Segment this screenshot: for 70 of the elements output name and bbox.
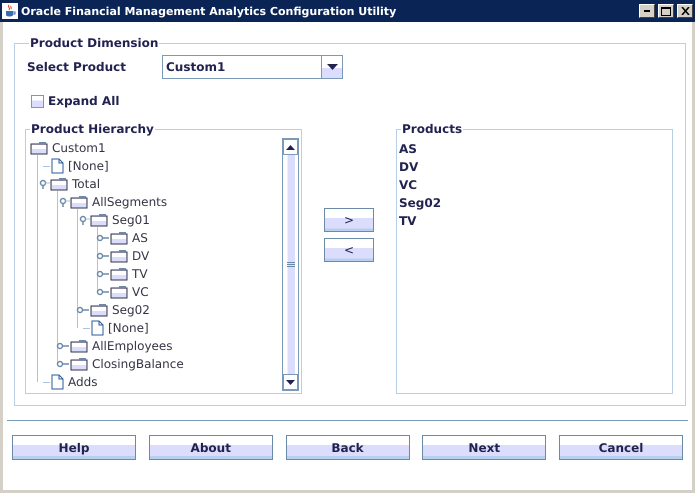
collapsed-handle-icon[interactable] [96,269,110,279]
folder-icon [110,267,128,281]
folder-icon [90,213,108,227]
maximize-button[interactable] [658,4,674,18]
tree-node[interactable]: VC [132,285,149,299]
collapsed-handle-icon[interactable] [56,341,70,351]
tree-node[interactable]: Total [72,177,100,191]
tree-node[interactable]: Seg01 [112,213,150,227]
collapsed-handle-icon[interactable] [76,305,90,315]
field-label: Select Product [27,60,127,74]
file-icon [50,374,64,390]
close-button[interactable] [677,4,693,18]
folder-icon [30,141,48,155]
close-icon [680,7,690,15]
file-icon [90,320,104,336]
minimize-button[interactable] [639,4,655,18]
group-title: Product Dimension [29,36,160,50]
footer-button[interactable]: Cancel [559,435,683,460]
cup-icon [2,3,18,19]
collapsed-handle-icon[interactable] [96,287,110,297]
window-title: Oracle Financial Management Analytics Configuration Utility [21,4,398,18]
folder-icon [70,339,88,353]
folder-icon [110,231,128,245]
move-button[interactable]: > [324,208,374,232]
down-arrow-icon [286,380,295,384]
list-item[interactable]: TV [399,212,670,230]
list-item[interactable]: VC [399,176,670,194]
panel-title: Products [401,122,464,136]
checkbox[interactable] [31,94,44,108]
folder-icon [110,285,128,299]
list-item[interactable]: DV [399,158,670,176]
collapsed-handle-icon[interactable] [96,251,110,261]
folder-icon [70,357,88,371]
footer-button[interactable]: Back [286,435,410,460]
collapsed-handle-icon[interactable] [96,233,110,243]
move-button[interactable]: < [324,238,374,262]
folder-icon [110,249,128,263]
grip-icon [286,262,294,267]
tree-node[interactable]: Seg02 [112,303,150,317]
checkbox-label[interactable]: Expand All [48,94,120,108]
folder-icon [50,177,68,191]
file-icon [50,158,64,174]
tree-node[interactable]: ClosingBalance [92,357,184,371]
tree-node[interactable]: [None] [68,159,109,173]
footer-button[interactable]: Next [422,435,546,460]
list-item[interactable]: Seg02 [399,194,670,212]
tree-node[interactable]: [None] [108,321,149,335]
product-dropdown[interactable]: Custom1 [162,55,343,79]
caret-icon [326,64,338,70]
tree-line [43,166,50,167]
footer-button[interactable]: Help [12,435,136,460]
tree-node[interactable]: DV [132,249,150,263]
scrollbar[interactable] [282,138,299,391]
list-item[interactable]: AS [399,140,670,158]
panel-title: Product Hierarchy [30,122,155,136]
minimize-icon [644,10,650,12]
tree-node[interactable]: AllSegments [92,195,168,209]
collapsed-handle-icon[interactable] [56,359,70,369]
footer-button[interactable]: About [148,435,273,460]
tree-node[interactable]: Adds [68,375,98,389]
tree-node[interactable]: Custom1 [52,141,106,155]
folder-icon [70,195,88,209]
tree-node[interactable]: AllEmployees [92,339,173,353]
tree-node[interactable]: AS [132,231,148,245]
tree-node[interactable]: TV [132,267,148,281]
maximize-icon [661,6,671,16]
tree-line [43,382,50,383]
up-arrow-icon [286,144,295,150]
folder-icon [90,303,108,317]
tree-line [83,328,90,329]
